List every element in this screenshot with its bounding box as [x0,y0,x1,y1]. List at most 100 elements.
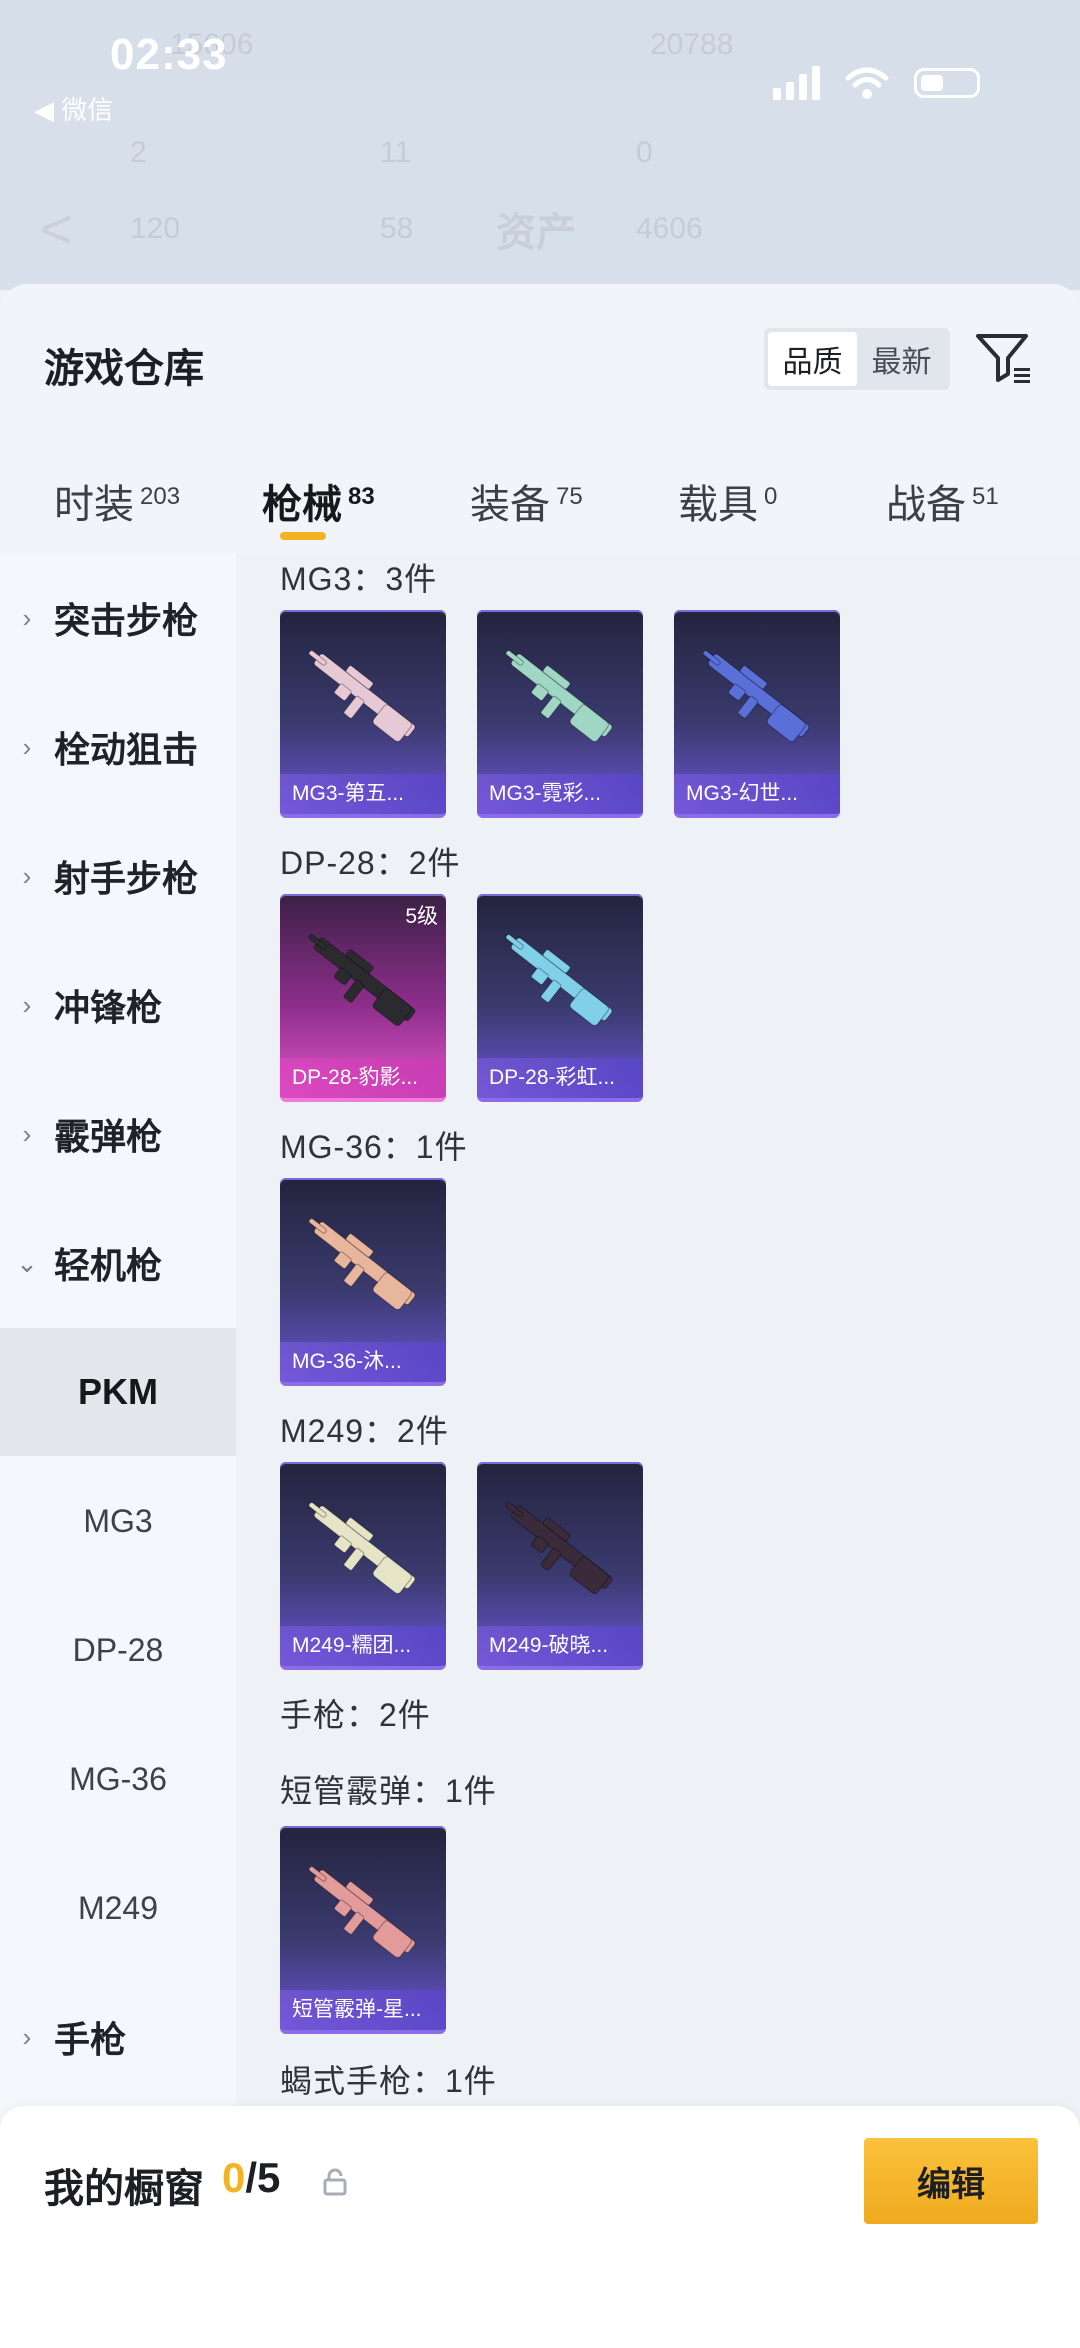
gun-icon [505,934,613,1026]
group-title-mg36: MG-36：1件 [280,1129,468,1165]
chevron-down-icon: ⌄ [16,1247,38,1278]
weapon-card-label: M249-破晓... [477,1626,643,1666]
warehouse-panel: 游戏仓库 品质 最新 时装 203 枪械 83 装备 75 载具 0 战备 51 › 突击步… [0,284,1080,2348]
gun-icon [702,650,810,742]
item-list: MG3：3件 MG3-第五... MG3-霓彩... MG3-幻世... DP-… [236,554,1080,2348]
gun-icon [308,650,416,742]
tab-label: 时装 [54,483,134,527]
weapon-card[interactable]: MG3-霓彩... [477,610,643,818]
showcase-total: /5 [245,2154,281,2201]
weapon-card-label: 短管霰弹-星... [280,1990,446,2030]
back-to-wechat-link[interactable]: ◀ 微信 [34,90,113,127]
bg-stat: 11 [380,136,412,169]
weapon-card[interactable]: MG-36-沐... [280,1178,446,1386]
sidebar-sub-mg36[interactable]: MG-36 [0,1715,236,1843]
sidebar-item-label: 轻机枪 [54,1245,163,1286]
lock-icon [323,2168,347,2196]
gun-icon [308,1866,416,1958]
bg-stat: 4606 [636,212,703,245]
group-title-dp28: DP-28：2件 [280,845,461,881]
gun-icon [308,1502,416,1594]
sidebar-sub-dp28[interactable]: DP-28 [0,1586,236,1714]
sidebar-item-marksman-rifle[interactable]: › 射手步枪 [0,812,236,940]
weapon-card-label: MG3-第五... [280,774,446,814]
sidebar-item-assault-rifle[interactable]: › 突击步枪 [0,554,236,682]
sidebar-sub-mg3[interactable]: MG3 [0,1457,236,1585]
sidebar-item-label: 突击步枪 [54,600,199,641]
sidebar-item-label: 栓动狙击 [54,729,199,770]
sort-by-newest[interactable]: 最新 [857,332,946,386]
weapon-level-badge: 5级 [405,905,438,928]
sidebar-item-label: 冲锋枪 [54,987,163,1028]
gun-icon [308,1218,416,1310]
status-icons [773,66,980,100]
weapon-card-label: DP-28-豹影... [280,1058,446,1098]
wifi-icon [845,67,889,99]
sidebar-item-bolt-sniper[interactable]: › 栓动狙击 [0,683,236,811]
weapon-card[interactable]: DP-28-彩虹... [477,894,643,1102]
weapon-card[interactable]: 5级 DP-28-豹影... [280,894,446,1102]
tab-count: 51 [972,483,999,510]
chevron-right-icon: › [22,860,32,891]
bg-stat: 58 [380,212,414,245]
active-tab-indicator [280,532,326,540]
chevron-right-icon: › [22,1118,32,1149]
tab-fashion[interactable]: 时装 203 [54,472,180,530]
group-title-m249: M249：2件 [280,1413,449,1449]
sidebar: › 突击步枪 › 栓动狙击 › 射手步枪 › 冲锋枪 › 霰弹枪 ⌄ 轻机枪 PKM MG3… [0,554,236,2314]
edit-button[interactable]: 编辑 [864,2138,1038,2224]
sidebar-item-label: 霰弹枪 [54,1116,163,1157]
chevron-right-icon: › [22,602,32,633]
battery-icon [914,68,980,98]
bg-page-title: 资产 [496,211,576,255]
bg-stat: 20788 [650,28,734,61]
tab-supplies[interactable]: 战备 51 [886,472,999,530]
sidebar-item-lmg[interactable]: ⌄ 轻机枪 [0,1199,236,1327]
showcase-current: 0 [222,2154,246,2201]
bg-stat: 2 [130,136,147,169]
weapon-card[interactable]: M249-糯团... [280,1462,446,1670]
weapon-card-label: M249-糯团... [280,1626,446,1666]
sidebar-item-pistol[interactable]: › 手枪 [0,1973,236,2101]
sort-by-quality[interactable]: 品质 [768,332,857,386]
tab-vehicles[interactable]: 载具 0 [678,472,777,530]
status-time: 02:33 [110,30,228,79]
group-title-pistol: 手枪：2件 [280,1697,431,1733]
filter-icon[interactable] [974,328,1034,388]
tab-guns[interactable]: 枪械 83 [262,472,375,530]
tab-count: 203 [140,483,181,510]
sidebar-item-smg[interactable]: › 冲锋枪 [0,941,236,1069]
sidebar-item-label: 射手步枪 [54,858,199,899]
sort-toggle: 品质 最新 [764,328,950,390]
gun-icon [308,934,416,1026]
weapon-card[interactable]: 短管霰弹-星... [280,1826,446,2034]
sidebar-item-label: 手枪 [54,2019,127,2060]
gun-icon [505,1502,613,1594]
tab-count: 83 [348,483,375,510]
weapon-card-label: MG3-幻世... [674,774,840,814]
tab-label: 战备 [886,483,966,527]
bg-stat: 120 [130,212,181,245]
showcase-bar: 我的橱窗 0/5 编辑 [0,2106,1080,2348]
signal-icon [773,66,820,100]
sidebar-item-shotgun[interactable]: › 霰弹枪 [0,1070,236,1198]
showcase-count: 0/5 [222,2154,280,2202]
weapon-card-label: MG-36-沐... [280,1342,446,1382]
tab-count: 75 [556,483,583,510]
showcase-title: 我的橱窗 [44,2167,204,2211]
group-title-short-shotgun: 短管霰弹：1件 [280,1773,497,1809]
sidebar-sub-m249[interactable]: M249 [0,1844,236,1972]
weapon-card-label: MG3-霓彩... [477,774,643,814]
back-arrow-icon[interactable]: < [40,196,73,261]
tab-count: 0 [764,483,778,510]
weapon-card[interactable]: M249-破晓... [477,1462,643,1670]
weapon-card[interactable]: MG3-第五... [280,610,446,818]
chevron-right-icon: › [22,731,32,762]
group-title-mg3: MG3：3件 [280,561,438,597]
tab-label: 载具 [678,483,758,527]
tab-label: 枪械 [262,483,342,527]
tab-equipment[interactable]: 装备 75 [470,472,583,530]
chevron-right-icon: › [22,2021,32,2052]
sidebar-sub-pkm[interactable]: PKM [0,1328,236,1456]
weapon-card[interactable]: MG3-幻世... [674,610,840,818]
